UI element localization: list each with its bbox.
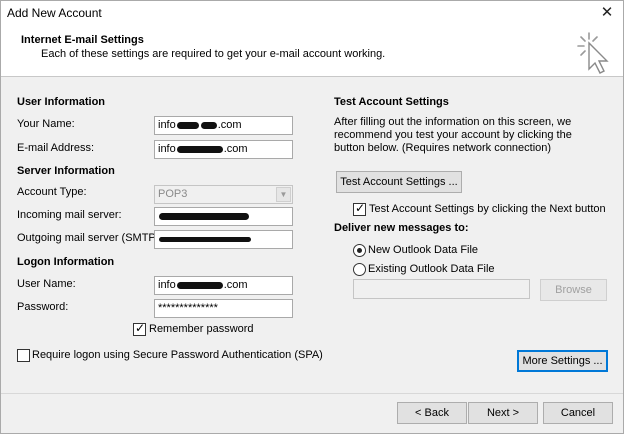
existing-data-file-label: Existing Outlook Data File [368, 263, 495, 275]
logon-info-heading: Logon Information [17, 256, 115, 268]
user-name-label: User Name: [17, 278, 76, 290]
test-on-next-checkbox[interactable]: ✓ [353, 201, 366, 216]
server-info-heading: Server Information [17, 165, 115, 177]
account-type-label: Account Type: [17, 186, 87, 198]
pointer-click-icon [577, 32, 609, 74]
user-info-heading: User Information [17, 96, 106, 108]
dialog-header: Internet E-mail Settings Each of these s… [1, 27, 623, 77]
new-data-file-radio[interactable] [353, 244, 366, 257]
your-name-input[interactable]: info .com [154, 116, 293, 135]
password-label: Password: [17, 301, 69, 313]
existing-data-file-radio[interactable] [353, 263, 366, 276]
email-address-label: E-mail Address: [17, 142, 95, 154]
header-title: Internet E-mail Settings [21, 34, 144, 46]
header-subtitle: Each of these settings are required to g… [41, 48, 386, 60]
incoming-server-input[interactable] [154, 207, 293, 226]
account-type-select: POP3 ▼ [154, 185, 293, 204]
cancel-button[interactable]: Cancel [543, 402, 613, 424]
require-spa-label: Require logon using Secure Password Auth… [32, 349, 323, 361]
outgoing-server-label: Outgoing mail server (SMTP): [17, 232, 163, 244]
browse-button: Browse [540, 279, 607, 301]
next-button[interactable]: Next > [468, 402, 538, 424]
more-settings-button[interactable]: More Settings ... [517, 350, 608, 372]
close-icon: ✕ [600, 4, 614, 21]
deliver-heading: Deliver new messages to: [334, 222, 469, 234]
test-settings-heading: Test Account Settings [334, 96, 449, 108]
remember-password-checkbox[interactable]: ✓ [133, 321, 146, 336]
checkmark-icon: ✓ [354, 201, 366, 215]
window-title: Add New Account [7, 6, 102, 20]
test-on-next-label: Test Account Settings by clicking the Ne… [369, 203, 606, 215]
add-account-dialog: Add New Account ✕ Internet E-mail Settin… [0, 0, 624, 434]
footer-divider [1, 393, 623, 394]
user-name-input[interactable]: info .com [154, 276, 293, 295]
checkmark-icon: ✓ [134, 321, 146, 335]
incoming-server-label: Incoming mail server: [17, 209, 122, 221]
email-address-input[interactable]: info .com [154, 140, 293, 159]
password-input[interactable]: ************** [154, 299, 293, 318]
outgoing-server-input[interactable] [154, 230, 293, 249]
title-bar: Add New Account ✕ [1, 1, 623, 27]
back-button[interactable]: < Back [397, 402, 467, 424]
require-spa-checkbox[interactable] [17, 349, 30, 362]
chevron-down-icon: ▼ [276, 187, 291, 202]
test-settings-description: After filling out the information on thi… [334, 116, 572, 154]
data-file-path-input [353, 279, 530, 299]
test-account-settings-button[interactable]: Test Account Settings ... [336, 171, 462, 193]
your-name-label: Your Name: [17, 118, 75, 130]
new-data-file-label: New Outlook Data File [368, 244, 479, 256]
remember-password-label: Remember password [149, 323, 254, 335]
close-button[interactable]: ✕ [595, 3, 619, 23]
